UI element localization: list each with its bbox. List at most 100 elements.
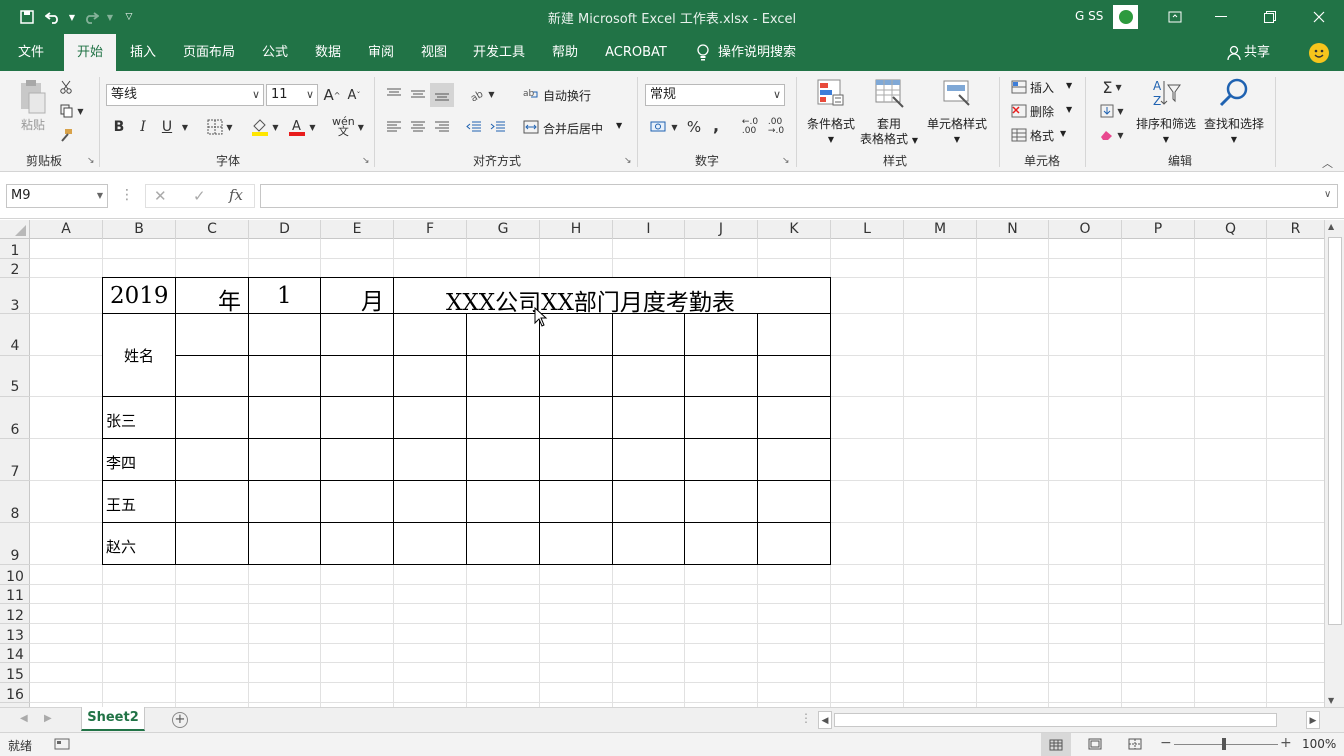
restore-icon[interactable] [1247,0,1293,34]
tab-help[interactable]: 帮助 [542,34,588,71]
align-top-icon[interactable] [384,83,404,105]
orientation-icon[interactable]: ab ▼ [466,83,498,105]
insert-dropdown-icon[interactable]: ▼ [1066,81,1072,90]
tell-me-search[interactable]: 操作说明搜索 [718,34,808,71]
cut-icon[interactable] [56,77,76,97]
tab-file[interactable]: 文件 [8,34,54,71]
tab-review[interactable]: 审阅 [358,34,404,71]
select-all-corner[interactable] [0,220,30,239]
user-name[interactable]: G SS [1075,9,1103,23]
tab-home[interactable]: 开始 [64,34,116,71]
insert-cells-icon[interactable] [1010,77,1028,97]
paste-button[interactable]: 粘贴 [14,79,52,133]
share-icon[interactable] [1227,45,1241,64]
column-header[interactable]: I [613,220,685,239]
tab-formulas[interactable]: 公式 [252,34,298,71]
column-header[interactable]: H [540,220,613,239]
add-sheet-icon[interactable]: + [172,712,188,728]
page-layout-view-icon[interactable] [1088,738,1102,753]
column-header[interactable]: C [176,220,249,239]
comma-style-button[interactable]: , [708,114,724,136]
row-header[interactable]: 8 [0,481,30,523]
fill-color-icon[interactable]: ▼ [248,116,282,138]
confirm-entry-icon[interactable]: ✓ [193,187,206,205]
column-header[interactable]: L [831,220,904,239]
smiley-icon[interactable] [1309,43,1329,63]
decrease-decimal-icon[interactable]: .00 →.0 [764,116,788,138]
row-header[interactable]: 10 [0,565,30,585]
decrease-font-icon[interactable]: Aˇ [344,84,364,106]
column-header[interactable]: K [758,220,831,239]
row-header[interactable]: 13 [0,624,30,644]
italic-button[interactable]: I [134,116,152,138]
number-launcher-icon[interactable]: ↘ [782,156,790,166]
column-header[interactable]: O [1049,220,1122,239]
align-right-icon[interactable] [432,116,452,138]
customize-qat-icon[interactable]: ▽ [116,0,142,34]
fill-icon[interactable]: ▼ [1097,101,1127,121]
formula-input[interactable] [260,184,1338,208]
cell-styles-button[interactable]: 单元格样式 ▼ [920,77,994,147]
row-header[interactable]: 9 [0,523,30,565]
autosum-icon[interactable]: Σ ▼ [1097,77,1127,97]
merge-center-icon[interactable] [522,116,540,138]
worksheet-grid[interactable]: 2019 年 1 月 XXX公司XX部门月度考勤表 姓名 张三 李四 王五 赵六 [30,239,1324,707]
cell-B8-name[interactable]: 王五 [106,494,136,515]
vertical-scroll-thumb[interactable] [1328,237,1342,625]
column-header[interactable]: R [1267,220,1324,239]
row-header[interactable]: 4 [0,314,30,356]
wrap-text-icon[interactable]: ab [522,83,540,105]
undo-dropdown-icon[interactable]: ▼ [66,0,78,34]
user-avatar[interactable] [1113,5,1138,29]
format-cells-button[interactable]: 格式 [1030,127,1054,144]
row-header[interactable]: 14 [0,644,30,663]
page-break-view-icon[interactable] [1128,738,1142,753]
accounting-format-icon[interactable]: ▼ [647,116,681,138]
percent-style-button[interactable]: % [684,116,704,138]
column-header[interactable]: E [321,220,394,239]
increase-indent-icon[interactable] [488,116,508,138]
name-box[interactable]: M9 ▼ [6,184,108,208]
align-center-icon[interactable] [408,116,428,138]
tab-page-layout[interactable]: 页面布局 [176,34,242,71]
conditional-formatting-button[interactable]: 条件格式 ▼ [802,77,860,147]
clipboard-launcher-icon[interactable]: ↘ [87,156,95,166]
collapse-ribbon-icon[interactable]: ︿ [1322,155,1333,171]
row-header[interactable]: 2 [0,259,30,278]
tab-insert[interactable]: 插入 [120,34,166,71]
insert-function-icon[interactable]: fx [229,186,243,204]
zoom-in-icon[interactable]: + [1280,735,1292,751]
cell-B7-name[interactable]: 李四 [106,452,136,473]
column-header[interactable]: N [977,220,1049,239]
tab-split-handle-icon[interactable]: ⋮ [800,711,812,725]
cell-F3-title[interactable]: XXX公司XX部门月度考勤表 [446,283,735,317]
scroll-up-icon[interactable]: ▲ [1328,222,1334,231]
column-header[interactable]: Q [1195,220,1267,239]
save-icon[interactable] [14,0,40,34]
expand-formula-bar-icon[interactable]: ∨ [1324,189,1331,200]
next-sheet-icon[interactable]: ▶ [44,713,52,724]
column-header[interactable]: A [30,220,103,239]
insert-cells-button[interactable]: 插入 [1030,79,1054,96]
tab-view[interactable]: 视图 [411,34,457,71]
decrease-indent-icon[interactable] [464,116,484,138]
zoom-level[interactable]: 100% [1302,737,1336,751]
find-select-button[interactable]: 查找和选择 ▼ [1201,77,1267,147]
column-header[interactable]: F [394,220,467,239]
underline-button[interactable]: U [158,116,176,138]
delete-dropdown-icon[interactable]: ▼ [1066,105,1072,114]
redo-dropdown-icon[interactable]: ▼ [104,0,116,34]
cell-C3-year-unit[interactable]: 年 [218,282,241,316]
row-header[interactable]: 1 [0,239,30,259]
phonetic-guide-icon[interactable]: wén 文 ▼ [330,116,366,138]
scroll-right-icon[interactable]: ▶ [1306,711,1320,729]
format-cells-icon[interactable] [1010,125,1028,145]
ribbon-display-options-icon[interactable] [1152,0,1198,34]
zoom-slider[interactable] [1174,744,1278,745]
macro-record-icon[interactable] [54,737,70,754]
row-header[interactable]: 3 [0,278,30,314]
scroll-left-icon[interactable]: ◀ [818,711,832,729]
sheet-tab-sheet2[interactable]: Sheet2 [81,707,145,731]
bold-button[interactable]: B [110,116,128,138]
normal-view-icon[interactable] [1041,733,1071,756]
